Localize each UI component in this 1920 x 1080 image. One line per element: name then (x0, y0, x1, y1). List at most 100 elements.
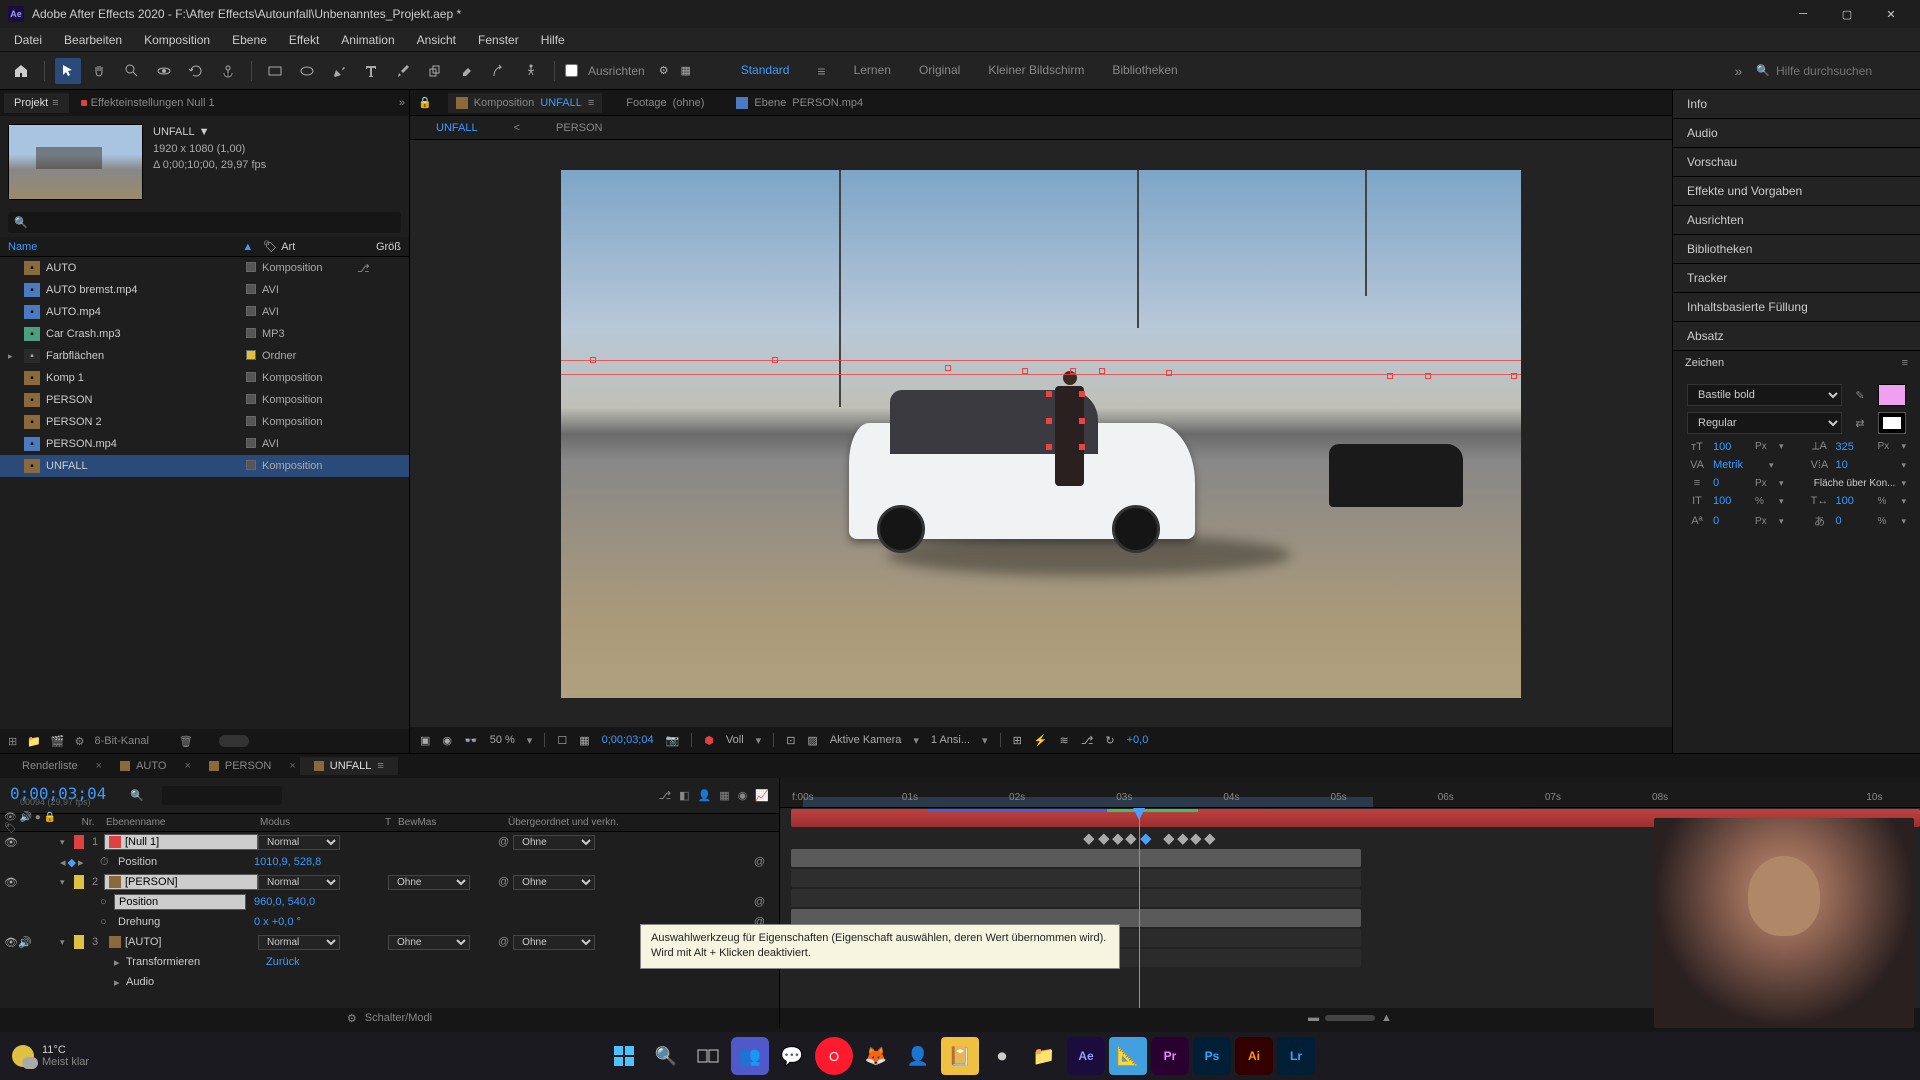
subtab-back[interactable]: < (506, 119, 528, 137)
trkmat-select[interactable]: Ohne (388, 875, 470, 890)
illustrator-icon[interactable]: Ai (1235, 1037, 1273, 1075)
stopwatch-icon[interactable]: ○ (100, 896, 114, 908)
twirl-icon[interactable]: ▾ (60, 837, 72, 848)
start-button[interactable] (605, 1037, 643, 1075)
label-swatch[interactable] (246, 350, 262, 363)
color-mgmt-icon[interactable]: ⬢ (704, 734, 714, 747)
tracking-value[interactable]: 10 (1835, 459, 1871, 471)
puppet-tool[interactable] (518, 58, 544, 84)
folder-icon[interactable]: 📁 (27, 735, 41, 748)
fast-preview-icon[interactable]: ⚡ (1034, 734, 1048, 747)
timeline-search-input[interactable] (162, 786, 282, 805)
layer-name[interactable]: [AUTO] (125, 936, 161, 948)
menu-fenster[interactable]: Fenster (468, 30, 529, 50)
prev-key-icon[interactable]: ◂ (60, 856, 66, 869)
font-family-select[interactable]: Bastile bold (1687, 384, 1842, 406)
comp-new-icon[interactable]: 🎬 (51, 735, 65, 748)
subtab-unfall[interactable]: UNFALL (428, 119, 486, 137)
person-layer-overlay[interactable] (1055, 386, 1084, 486)
visibility-toggle[interactable]: 👁 (4, 836, 18, 849)
timeline-icon[interactable]: ≋ (1059, 734, 1068, 747)
menu-effekt[interactable]: Effekt (279, 30, 329, 50)
panel-fuellung[interactable]: Inhaltsbasierte Füllung (1673, 293, 1920, 322)
resolution-select[interactable]: Voll (726, 734, 744, 746)
workspace-kleiner[interactable]: Kleiner Bildschirm (988, 63, 1084, 79)
pixel-aspect-icon[interactable]: ⊞ (1013, 734, 1022, 747)
rectangle-tool[interactable] (262, 58, 288, 84)
project-item[interactable]: ▪PERSON.mp4AVI (0, 433, 409, 455)
lock-icon[interactable]: 🔒 (418, 96, 432, 109)
snapping-opts[interactable]: ⚙ (655, 58, 673, 84)
blend-mode-select[interactable]: Normal (258, 835, 340, 850)
shy-icon[interactable]: 👤 (698, 789, 712, 802)
time-ruler[interactable]: f:00s 01s 02s 03s 04s 05s 06s 07s 08s 10… (780, 778, 1920, 808)
zoom-value[interactable]: 50 % (490, 734, 515, 746)
flowchart-icon[interactable]: ⎇ (1081, 734, 1094, 747)
project-item[interactable]: ▪AUTO.mp4AVI (0, 301, 409, 323)
project-search-input[interactable] (34, 215, 395, 230)
zoom-in-icon[interactable]: ▲ (1381, 1012, 1392, 1024)
premiere-icon[interactable]: Pr (1151, 1037, 1189, 1075)
menu-ansicht[interactable]: Ansicht (407, 30, 466, 50)
tab-komposition[interactable]: Komposition UNFALL ≡ (448, 93, 603, 113)
mask-icon[interactable]: 👓 (464, 734, 478, 747)
menu-animation[interactable]: Animation (331, 30, 404, 50)
panel-overflow-icon[interactable]: » (399, 97, 405, 109)
label-column-icon[interactable]: 🏷 (263, 240, 281, 253)
layer-name[interactable]: [PERSON] (125, 876, 178, 888)
switches-modes-toggle[interactable]: Schalter/Modi (365, 1012, 432, 1024)
col-nr[interactable]: Nr. (74, 817, 102, 828)
selection-tool[interactable] (55, 58, 81, 84)
project-item[interactable]: ▪Car Crash.mp3MP3 (0, 323, 409, 345)
eye-header-icon[interactable]: 👁 (4, 812, 17, 823)
frame-blend-icon[interactable]: ▦ (719, 789, 729, 802)
grid-icon[interactable]: ▦ (579, 734, 589, 747)
snapshot-icon[interactable]: 📷 (666, 734, 680, 747)
twirl-icon[interactable]: ▸ (114, 976, 126, 989)
flowchart-icon[interactable]: ⎇ (357, 262, 370, 275)
res-icon[interactable]: ☐ (557, 734, 567, 747)
workspace-lernen[interactable]: Lernen (854, 63, 891, 79)
tab-effekteinstellungen[interactable]: Effekteinstellungen Null 1 (71, 93, 225, 113)
photoshop-icon[interactable]: Ps (1193, 1037, 1231, 1075)
app-icon-1[interactable]: 👤 (899, 1037, 937, 1075)
anchor-tool[interactable] (215, 58, 241, 84)
app-icon-3[interactable]: 📐 (1109, 1037, 1147, 1075)
workspace-original[interactable]: Original (919, 63, 960, 79)
property-name[interactable]: Drehung (114, 915, 246, 929)
app-icon-2[interactable]: 📔 (941, 1037, 979, 1075)
overflow-icon[interactable]: » (1735, 63, 1743, 79)
label-swatch[interactable] (246, 438, 262, 451)
dropdown-icon[interactable]: ▼ (199, 124, 210, 141)
col-bewmas[interactable]: BewMas (398, 817, 508, 828)
speaker-header-icon[interactable]: 🔊 (19, 812, 31, 823)
tab-renderliste[interactable]: Renderliste (8, 757, 92, 775)
exposure-value[interactable]: +0,0 (1127, 734, 1149, 746)
pickwhip-icon[interactable]: @ (498, 876, 509, 888)
menu-ebene[interactable]: Ebene (222, 30, 277, 50)
layer-row[interactable]: 👁▾2[PERSON]NormalOhne@Ohne (0, 872, 779, 892)
twirl-icon[interactable]: ▸ (114, 956, 126, 969)
pickwhip-icon[interactable]: @ (498, 936, 509, 948)
col-modus[interactable]: Modus (260, 817, 378, 828)
tab-unfall[interactable]: UNFALL ≡ (300, 757, 398, 775)
panel-audio[interactable]: Audio (1673, 119, 1920, 148)
clone-tool[interactable] (422, 58, 448, 84)
menu-datei[interactable]: Datei (4, 30, 52, 50)
property-row[interactable]: ◂◆▸⏱Position1010,9, 528,8@ (0, 852, 779, 872)
views-select[interactable]: 1 Ansi... (931, 734, 970, 746)
toggle-switches-icon[interactable]: ⚙ (347, 1012, 357, 1025)
channel-icon[interactable]: ◉ (442, 734, 452, 747)
minimize-button[interactable]: ─ (1782, 2, 1824, 26)
eyedropper-icon[interactable]: ✎ (1850, 389, 1870, 402)
kerning-value[interactable]: Metrik (1713, 459, 1763, 471)
rotate-tool[interactable] (183, 58, 209, 84)
project-item[interactable]: ▪PERSONKomposition (0, 389, 409, 411)
label-color[interactable] (74, 875, 84, 889)
motion-blur-icon[interactable]: ◉ (738, 789, 748, 802)
pickwhip-icon[interactable]: @ (498, 836, 509, 848)
composition-viewer[interactable] (410, 140, 1672, 727)
panel-ausrichten[interactable]: Ausrichten (1673, 206, 1920, 235)
tab-auto[interactable]: AUTO (106, 757, 180, 775)
fill-color-swatch[interactable] (1878, 384, 1906, 406)
